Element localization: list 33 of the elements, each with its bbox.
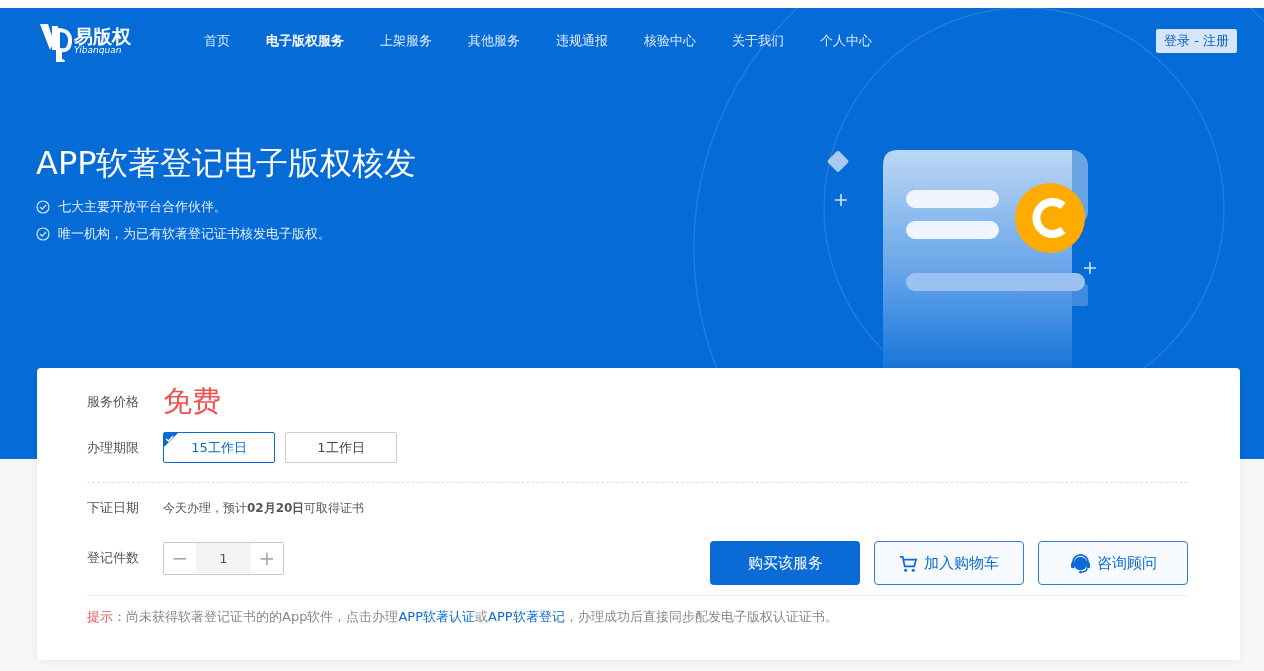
cart-icon <box>899 553 918 573</box>
nav-link[interactable]: 上架服务 <box>362 32 450 50</box>
nav-link[interactable]: 违规通报 <box>538 32 626 50</box>
field-label: 登记件数 <box>87 549 140 567</box>
login-button[interactable]: 登录 - 注册 <box>1156 29 1237 53</box>
tip-link[interactable]: APP软著登记 <box>488 609 565 624</box>
field-label: 办理期限 <box>87 438 140 457</box>
nav-link[interactable]: 核验中心 <box>626 32 714 50</box>
check-circle-icon <box>36 200 50 214</box>
consult-button[interactable]: 咨询顾问 <box>1038 541 1188 585</box>
nav-link[interactable]: 其他服务 <box>450 32 538 50</box>
nav-link[interactable]: 个人中心 <box>802 32 890 50</box>
buy-button[interactable]: 购买该服务 <box>710 541 860 585</box>
logo-subtitle: Yibanquan <box>74 46 122 55</box>
field-label: 服务价格 <box>87 393 140 411</box>
feature-text: 七大主要开放平台合作伙伴。 <box>58 198 227 216</box>
add-to-cart-button[interactable]: 加入购物车 <box>874 541 1024 585</box>
nav-link[interactable]: 电子版权服务 <box>248 32 362 50</box>
headset-icon <box>1069 552 1091 574</box>
feature-text: 唯一机构，为已有软著登记证书核发电子版权。 <box>58 225 331 243</box>
logo-wordmark: 易版权 <box>74 27 131 46</box>
issue-date-text: 今天办理，预计02月20日可取得证书 <box>163 499 365 517</box>
tip-link[interactable]: APP软著认证 <box>398 609 475 624</box>
field-label: 下证日期 <box>87 499 140 517</box>
tip-text: 提示：尚未获得软著登记证书的的App软件，点击办理APP软著认证或APP软著登记，办理成功后直接同步配发电子版权认证证书。 <box>87 608 839 626</box>
period-option[interactable]: 1工作日 <box>285 432 397 463</box>
period-option[interactable]: 15工作日 <box>163 432 275 463</box>
nav-link[interactable]: 关于我们 <box>714 32 802 50</box>
check-circle-icon <box>36 227 50 241</box>
price-value: 免费 <box>163 383 221 420</box>
corner-check-icon <box>164 433 178 447</box>
hero-title: APP软著登记电子版权核发 <box>36 143 417 184</box>
nav-link[interactable]: 首页 <box>186 32 248 50</box>
